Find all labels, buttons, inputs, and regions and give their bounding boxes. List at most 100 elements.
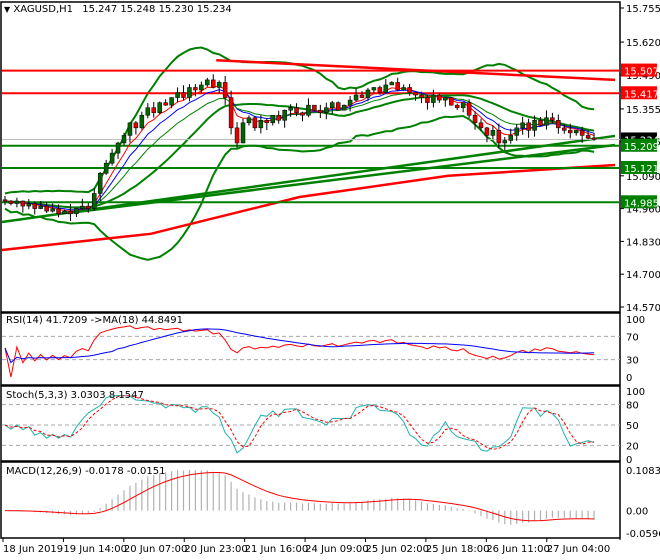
candle-body bbox=[20, 200, 26, 207]
stoch-tick-label: 80 bbox=[626, 401, 639, 412]
level-price-label: 15.121 bbox=[624, 164, 659, 175]
candle-body bbox=[169, 97, 174, 106]
candle-body bbox=[133, 122, 139, 129]
macd-title: MACD(12,26,9) -0.0178 -0.0151 bbox=[6, 466, 166, 477]
candle-body bbox=[252, 117, 258, 129]
candle-body bbox=[211, 79, 216, 88]
candle-body bbox=[92, 193, 97, 209]
candle-body bbox=[377, 87, 383, 93]
time-tick-label: 20 Jun 07:00 bbox=[124, 544, 188, 555]
level-price-label: 15.507 bbox=[624, 67, 659, 78]
candle-body bbox=[139, 114, 145, 129]
candle-body bbox=[205, 79, 210, 86]
candle-body bbox=[454, 104, 460, 108]
price-tick-label: 15.355 bbox=[626, 105, 660, 116]
candle-body bbox=[151, 107, 156, 113]
candle-body bbox=[127, 122, 133, 136]
candle-body bbox=[26, 203, 32, 207]
time-tick-label: 25 Jun 18:00 bbox=[426, 544, 490, 555]
candle-body bbox=[371, 87, 377, 91]
candle-body bbox=[258, 120, 264, 129]
rsi-tick-label: 100 bbox=[626, 315, 645, 326]
candle-body bbox=[282, 109, 287, 121]
candle-body bbox=[514, 127, 519, 136]
macd-tick-label: 0.1083 bbox=[626, 466, 660, 477]
rsi-tick-label: 70 bbox=[626, 332, 639, 343]
candle-body bbox=[353, 94, 359, 101]
candle-body bbox=[32, 203, 37, 209]
candle-body bbox=[199, 84, 204, 91]
candle-body bbox=[579, 130, 585, 136]
dropdown-triangle-icon[interactable]: ▼ bbox=[4, 5, 10, 14]
candle-body bbox=[50, 208, 55, 212]
candle-body bbox=[330, 102, 335, 108]
trading-chart-window: 15.75515.62015.49015.35515.22515.09014.9… bbox=[0, 0, 660, 560]
candle-body bbox=[389, 82, 394, 86]
candle-body bbox=[383, 84, 389, 93]
candle-body bbox=[460, 102, 466, 108]
chart-header: ▼ XAGUSD,H1 15.247 15.248 15.230 15.234 bbox=[4, 4, 232, 15]
candle-body bbox=[109, 152, 115, 164]
candle-body bbox=[484, 127, 490, 136]
stoch-tick-label: 0 bbox=[626, 455, 632, 466]
candle-body bbox=[121, 135, 127, 144]
candle-body bbox=[115, 142, 121, 154]
candle-body bbox=[401, 87, 406, 91]
candle-body bbox=[437, 94, 442, 101]
candle-body bbox=[240, 122, 246, 144]
candle-body bbox=[175, 92, 180, 98]
candle-body bbox=[532, 120, 537, 131]
candle-body bbox=[306, 104, 311, 116]
candle-body bbox=[359, 94, 365, 98]
candle-body bbox=[103, 162, 109, 174]
candle-body bbox=[163, 102, 168, 106]
price-tick-label: 15.620 bbox=[626, 38, 660, 49]
candle-body bbox=[568, 130, 573, 134]
candle-body bbox=[413, 92, 418, 96]
candle-body bbox=[294, 107, 299, 113]
level-price-label: 14.985 bbox=[624, 198, 659, 209]
candle-body bbox=[472, 114, 478, 124]
stoch-title: Stoch(5,3,3) 3.0303 8.1547 bbox=[6, 390, 144, 401]
candle-body bbox=[407, 87, 412, 93]
stoch-tick-label: 20 bbox=[626, 441, 639, 452]
price-tick-label: 14.830 bbox=[626, 237, 660, 248]
rsi-tick-label: 0 bbox=[626, 373, 632, 384]
candle-body bbox=[466, 102, 472, 116]
level-price-label: 15.417 bbox=[624, 89, 659, 100]
candle-body bbox=[585, 135, 591, 139]
time-tick-label: 24 Jun 09:00 bbox=[305, 544, 369, 555]
candle-body bbox=[496, 130, 502, 144]
stoch-tick-label: 100 bbox=[626, 387, 645, 398]
symbol-label: XAGUSD,H1 bbox=[13, 4, 74, 15]
candle-body bbox=[443, 97, 448, 101]
candle-body bbox=[62, 210, 67, 214]
candle-body bbox=[264, 120, 270, 124]
candle-body bbox=[193, 87, 198, 91]
price-tick-label: 15.755 bbox=[626, 4, 660, 15]
candle-body bbox=[74, 208, 79, 214]
candle-body bbox=[449, 97, 454, 106]
candle-body bbox=[228, 97, 234, 129]
candle-body bbox=[181, 92, 186, 98]
candle-body bbox=[157, 102, 162, 113]
time-tick-label: 18 Jun 2019 bbox=[3, 544, 63, 555]
candle-body bbox=[56, 208, 61, 214]
macd-tick-label: 0.00 bbox=[626, 507, 648, 518]
candle-body bbox=[300, 112, 305, 116]
rsi-tick-label: 30 bbox=[626, 356, 639, 367]
candle-body bbox=[318, 109, 323, 113]
level-price-label: 15.209 bbox=[624, 142, 659, 153]
candle-body bbox=[234, 127, 240, 144]
macd-tick-label: -0.0596 bbox=[626, 529, 660, 540]
candle-body bbox=[335, 102, 341, 111]
candle-body bbox=[276, 114, 281, 121]
candle-body bbox=[187, 87, 192, 98]
time-tick-label: 20 Jun 23:00 bbox=[184, 544, 248, 555]
candle-body bbox=[556, 120, 561, 129]
candle-body bbox=[341, 104, 347, 111]
candle-body bbox=[222, 82, 228, 98]
candle-body bbox=[312, 104, 317, 111]
time-tick-label: 27 Jun 04:00 bbox=[547, 544, 611, 555]
candle-body bbox=[2, 199, 8, 202]
